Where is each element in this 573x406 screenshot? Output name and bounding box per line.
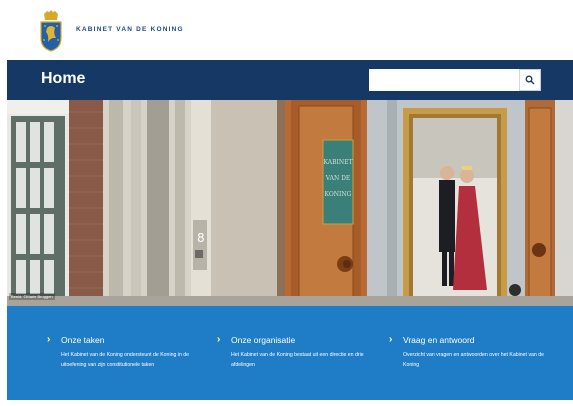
hero-image: 8 KABINET VAN DE KONING Beeld: ©Marie Br…: [7, 100, 573, 306]
vraag-en-antwoord-link[interactable]: › Vraag en antwoord: [389, 334, 549, 345]
vraag-en-antwoord-description: Overzicht van vragen en antwoorden over …: [403, 352, 545, 368]
link-column-vraag-en-antwoord: › Vraag en antwoord Overzicht van vragen…: [389, 334, 549, 370]
door-sign-line2: VAN DE: [325, 175, 351, 182]
link-column-onze-organisatie: › Onze organisatie Het Kabinet van de Ko…: [217, 334, 377, 370]
onze-organisatie-title[interactable]: Onze organisatie: [231, 335, 295, 345]
page-title: Home: [41, 70, 86, 87]
navigation-bar: Home: [7, 60, 573, 100]
site-header: KABINET VAN DE KONING: [0, 0, 573, 60]
link-column-onze-taken: › Onze taken Het Kabinet van de Koning o…: [47, 334, 207, 370]
onze-taken-link[interactable]: › Onze taken: [47, 334, 207, 345]
link-panel: › Onze taken Het Kabinet van de Koning o…: [7, 306, 573, 400]
hero-illustration: 8 KABINET VAN DE KONING: [7, 100, 573, 306]
search-input[interactable]: [369, 69, 519, 91]
photo-credit: Beeld: ©Marie Bruggen: [9, 293, 55, 300]
search-icon: [525, 75, 535, 85]
onze-organisatie-description: Het Kabinet van de Koning bestaat uit ee…: [231, 352, 364, 368]
chevron-right-icon: ›: [217, 334, 221, 345]
onze-taken-title[interactable]: Onze taken: [61, 335, 104, 345]
door-sign-line3: KONING: [325, 191, 352, 198]
door-number: 8: [197, 231, 205, 245]
onze-taken-description: Het Kabinet van de Koning ondersteunt de…: [61, 352, 190, 368]
site-name-link[interactable]: KABINET VAN DE KONING: [76, 26, 184, 33]
onze-organisatie-link[interactable]: › Onze organisatie: [217, 334, 377, 345]
door-sign-line1: KABINET: [324, 159, 353, 166]
vraag-en-antwoord-title[interactable]: Vraag en antwoord: [403, 335, 475, 345]
chevron-right-icon: ›: [47, 334, 51, 345]
search-button[interactable]: [519, 69, 541, 91]
chevron-right-icon: ›: [389, 334, 393, 345]
royal-crest-icon[interactable]: [36, 10, 66, 52]
